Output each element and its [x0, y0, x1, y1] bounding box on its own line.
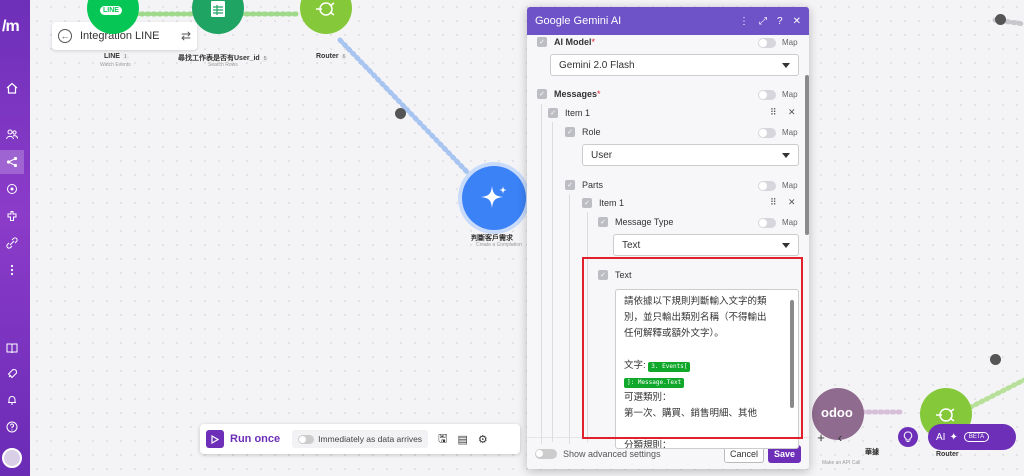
router-icon [316, 2, 335, 16]
message-type-label-row: ✓ Message Type [598, 217, 673, 227]
map-label: Map [782, 181, 798, 190]
sheets-module-sub: Search Rows [208, 62, 238, 68]
gear-icon[interactable]: ⚙ [478, 433, 488, 446]
tree-line [552, 122, 553, 442]
remove-item-icon[interactable]: ✕ [788, 107, 796, 118]
part-item-row: ✓ Item 1 [582, 198, 624, 208]
swap-icon[interactable]: ⇄ [181, 29, 191, 43]
schedule-toggle[interactable] [298, 434, 315, 444]
role-select[interactable]: User [582, 144, 799, 166]
remove-item-icon[interactable]: ✕ [788, 197, 796, 208]
parts-label-row: ✓ Parts [565, 180, 603, 190]
advanced-settings-toggle[interactable] [535, 448, 557, 459]
collapse-checkbox[interactable]: ✓ [537, 89, 547, 99]
collapse-checkbox[interactable]: ✓ [582, 198, 592, 208]
line-module-label: LINE 1 [104, 53, 129, 60]
sheets-icon [211, 1, 225, 17]
dialog-title: Google Gemini AI [535, 15, 622, 27]
collapse-checkbox[interactable]: ✓ [565, 180, 575, 190]
lightbulb-icon[interactable] [898, 427, 918, 447]
add-icon[interactable]: + [813, 426, 829, 448]
collapse-checkbox[interactable]: ✓ [565, 127, 575, 137]
collapse-checkbox[interactable]: ✓ [537, 37, 547, 47]
router-module-label: Router 6 [316, 53, 348, 60]
ai-assistant-button[interactable]: AI ✦ BETA [928, 424, 1016, 450]
gemini-module[interactable] [462, 166, 526, 230]
odoo-module-sub: Make an API Call [822, 460, 861, 466]
hidden-module-label: 華據 [865, 449, 879, 456]
parts-map-toggle[interactable] [758, 181, 776, 191]
messages-label-row: ✓ Messages * [537, 89, 601, 99]
chevron-left-icon[interactable]: ‹ [832, 426, 848, 448]
role-label-row: ✓ Role [565, 127, 601, 137]
sparkle-icon: ✦ [949, 431, 958, 443]
drag-handle-icon[interactable]: ⠿ [770, 107, 777, 118]
filter-icon[interactable] [995, 14, 1006, 25]
filter-icon[interactable] [395, 108, 406, 119]
close-icon[interactable]: ✕ [793, 16, 801, 27]
bottom-toolbar: Run once Immediately as data arrives 🖫 ▤… [200, 424, 520, 454]
message-type-map-toggle[interactable] [758, 218, 776, 228]
collapse-checkbox[interactable]: ✓ [598, 217, 608, 227]
ai-model-map-toggle[interactable] [758, 38, 776, 48]
advanced-settings-label[interactable]: Show advanced settings [563, 449, 661, 459]
chevron-down-icon [782, 243, 790, 248]
line-module-sub: Watch Events [100, 62, 131, 68]
tree-line [541, 104, 542, 444]
map-label: Map [782, 218, 798, 227]
chevron-down-icon [782, 153, 790, 158]
filter-icon[interactable] [990, 354, 1001, 365]
collapse-checkbox[interactable]: ✓ [548, 108, 558, 118]
map-label: Map [782, 38, 798, 47]
schedule-setting[interactable]: Immediately as data arrives [292, 430, 429, 448]
run-once-button[interactable]: Run once [206, 430, 280, 448]
role-map-toggle[interactable] [758, 128, 776, 138]
back-arrow-icon[interactable]: ← [58, 29, 72, 43]
drag-handle-icon[interactable]: ⠿ [770, 197, 777, 208]
message-item-row: ✓ Item 1 [548, 108, 590, 118]
map-label: Map [782, 128, 798, 137]
message-type-select[interactable]: Text [613, 234, 799, 256]
chevron-down-icon [782, 63, 790, 68]
more-icon[interactable]: ⋮ [739, 16, 749, 27]
router-icon [936, 408, 955, 422]
gemini-sparkle-icon [481, 186, 507, 208]
router-bottom-label: Router [936, 451, 959, 458]
play-icon [206, 430, 224, 448]
tree-line [569, 194, 570, 444]
line-logo: LINE [100, 6, 122, 15]
dialog-scrollbar[interactable] [805, 75, 809, 235]
settings-toolbar-icon[interactable]: ▤ [457, 433, 467, 446]
expand-icon[interactable]: ⤢ [759, 16, 767, 27]
highlight-box [582, 257, 803, 439]
ai-model-label-row: ✓ AI Model * [537, 37, 595, 47]
odoo-logo: odoo [821, 405, 853, 420]
save-icon[interactable]: 🖫 [438, 430, 447, 449]
beta-badge: BETA [963, 432, 990, 442]
help-icon[interactable]: ? [777, 16, 783, 27]
map-label: Map [782, 90, 798, 99]
gemini-module-sub: Create a Completion [476, 242, 522, 248]
dialog-header: Google Gemini AI ⋮ ⤢ ? ✕ [527, 7, 809, 35]
messages-map-toggle[interactable] [758, 90, 776, 100]
ai-model-select[interactable]: Gemini 2.0 Flash [550, 54, 799, 76]
